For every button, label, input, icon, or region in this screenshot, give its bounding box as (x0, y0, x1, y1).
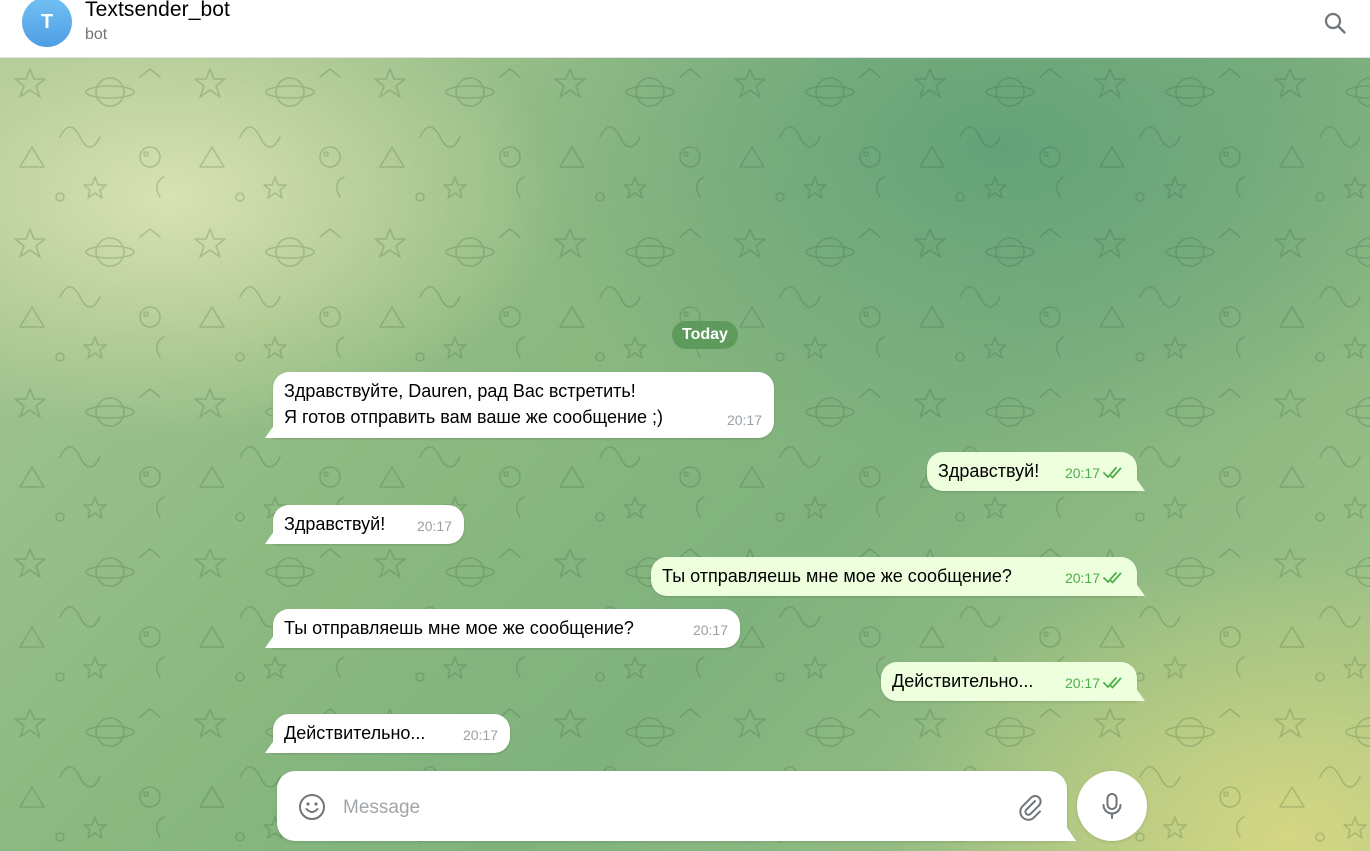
message-outgoing[interactable]: Ты отправляешь мне мое же сообщение? 20:… (651, 557, 1137, 596)
chat-title[interactable]: Textsender_bot (85, 0, 230, 22)
message-text: Здравствуйте, Dauren, рад Вас встретить!… (284, 381, 664, 427)
message-outgoing[interactable]: Здравствуй! 20:17 (927, 452, 1137, 491)
search-icon (1324, 12, 1346, 34)
message-time: 20:17 (462, 727, 498, 743)
message-composer (277, 771, 1067, 841)
message-incoming[interactable]: Здравствуй! 20:17 (273, 505, 464, 544)
date-separator: Today (672, 321, 738, 349)
message-text: Ты отправляешь мне мое же сообщение? (284, 618, 634, 638)
double-check-icon (1103, 467, 1122, 479)
message-meta: 20:17 (463, 722, 498, 748)
smile-icon (299, 794, 325, 820)
message-incoming[interactable]: Ты отправляешь мне мое же сообщение? 20:… (273, 609, 740, 648)
message-incoming[interactable]: Здравствуйте, Dauren, рад Вас встретить!… (273, 372, 774, 438)
search-button[interactable] (1320, 8, 1350, 38)
chat-header: T Textsender_bot bot (0, 0, 1370, 58)
emoji-button[interactable] (297, 792, 327, 822)
message-meta: 20:17 (693, 617, 728, 643)
double-check-icon (1103, 572, 1122, 584)
message-meta: 20:17 (417, 513, 452, 539)
message-meta: 20:17 (1065, 460, 1125, 486)
message-outgoing[interactable]: Действительно... 20:17 (881, 662, 1137, 701)
double-check-icon (1103, 677, 1122, 689)
message-time: 20:17 (1064, 465, 1100, 481)
telegram-chat-window: T Textsender_bot bot Today Здравствуйте,… (0, 0, 1370, 851)
message-meta: 20:17 (727, 407, 762, 433)
message-meta: 20:17 (1065, 565, 1125, 591)
message-meta: 20:17 (1065, 670, 1125, 696)
message-input[interactable] (341, 789, 1005, 827)
message-time: 20:17 (1064, 570, 1100, 586)
message-time: 20:17 (692, 622, 728, 638)
avatar[interactable]: T (22, 0, 72, 47)
doodle-pattern (0, 57, 1370, 851)
message-time: 20:17 (1064, 675, 1100, 691)
message-incoming[interactable]: Действительно... 20:17 (273, 714, 510, 753)
voice-record-button[interactable] (1077, 771, 1147, 841)
microphone-icon (1102, 793, 1122, 819)
message-time: 20:17 (416, 518, 452, 534)
chat-subtitle: bot (85, 26, 108, 43)
paperclip-icon (1019, 795, 1042, 821)
message-time: 20:17 (726, 412, 762, 428)
chat-background (0, 57, 1370, 851)
attach-button[interactable] (1015, 792, 1045, 822)
message-text: Ты отправляешь мне мое же сообщение? (662, 566, 1012, 586)
